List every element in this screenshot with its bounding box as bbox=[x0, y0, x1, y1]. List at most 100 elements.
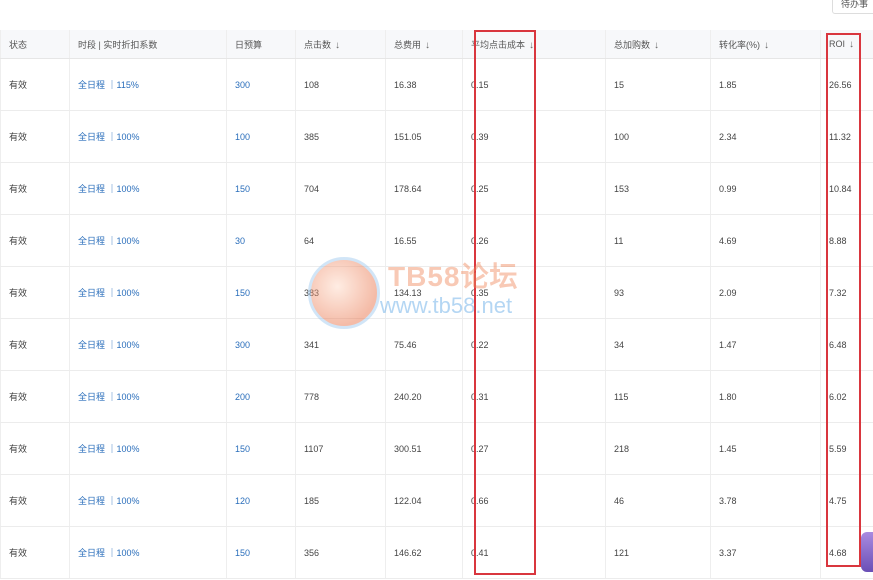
sort-arrow-icon[interactable]: ↓ bbox=[425, 40, 430, 51]
cell-schedule[interactable]: 全日程 ｜100% bbox=[69, 526, 227, 579]
cell-carts: 46 bbox=[605, 474, 711, 527]
sort-arrow-icon[interactable]: ↓ bbox=[529, 40, 534, 51]
cell-budget[interactable]: 150 bbox=[226, 266, 296, 319]
cell-cvr: 2.09 bbox=[710, 266, 821, 319]
cell-carts: 218 bbox=[605, 422, 711, 475]
schedule-value[interactable]: 全日程 ｜100% bbox=[70, 390, 226, 403]
table-row: 有效 全日程 ｜100% 100 385 151.05 0.39 100 2.34 11.32 bbox=[0, 110, 873, 163]
cell-status: 有效 bbox=[0, 214, 70, 267]
cell-carts: 34 bbox=[605, 318, 711, 371]
cell-cpc: 0.15 bbox=[462, 58, 606, 111]
budget-value[interactable]: 150 bbox=[227, 548, 295, 558]
schedule-value[interactable]: 全日程 ｜100% bbox=[70, 286, 226, 299]
cell-budget[interactable]: 30 bbox=[226, 214, 296, 267]
status-value: 有效 bbox=[9, 184, 28, 194]
cell-clicks: 778 bbox=[295, 370, 386, 423]
table-row: 有效 全日程 ｜100% 150 704 178.64 0.25 153 0.99 10.84 bbox=[0, 162, 873, 215]
cpc-value: 0.27 bbox=[471, 443, 489, 454]
roi-value: 26.56 bbox=[829, 79, 852, 90]
cell-schedule[interactable]: 全日程 ｜100% bbox=[69, 110, 227, 163]
budget-value[interactable]: 150 bbox=[227, 184, 295, 194]
cost-value: 240.20 bbox=[394, 391, 422, 402]
cell-budget[interactable]: 120 bbox=[226, 474, 296, 527]
budget-value[interactable]: 100 bbox=[227, 132, 295, 142]
budget-value[interactable]: 200 bbox=[227, 392, 295, 402]
cell-status: 有效 bbox=[0, 318, 70, 371]
schedule-value[interactable]: 全日程 ｜100% bbox=[70, 494, 226, 507]
schedule-value[interactable]: 全日程 ｜100% bbox=[70, 338, 226, 351]
col-header-carts[interactable]: 总加购数 ↓ bbox=[605, 30, 711, 59]
carts-value: 115 bbox=[614, 391, 629, 402]
cell-clicks: 385 bbox=[295, 110, 386, 163]
assistant-avatar-icon[interactable] bbox=[861, 532, 873, 572]
sort-arrow-icon[interactable]: ↓ bbox=[849, 39, 854, 50]
carts-value: 46 bbox=[614, 495, 625, 506]
cell-status: 有效 bbox=[0, 266, 70, 319]
col-header-status: 状态 bbox=[0, 30, 70, 59]
clicks-value: 64 bbox=[304, 235, 315, 246]
schedule-value[interactable]: 全日程 ｜115% bbox=[70, 78, 226, 91]
col-header-cpc[interactable]: 平均点击成本 ↓ bbox=[462, 30, 606, 59]
sort-arrow-icon[interactable]: ↓ bbox=[764, 40, 769, 51]
budget-value[interactable]: 120 bbox=[227, 496, 295, 506]
carts-value: 100 bbox=[614, 131, 630, 142]
cell-budget[interactable]: 100 bbox=[226, 110, 296, 163]
cell-budget[interactable]: 150 bbox=[226, 526, 296, 579]
sort-arrow-icon[interactable]: ↓ bbox=[654, 40, 659, 51]
todo-button[interactable]: 待办事 bbox=[831, 0, 873, 14]
status-value: 有效 bbox=[9, 340, 28, 350]
cvr-value: 1.85 bbox=[719, 79, 737, 90]
cell-cpc: 0.66 bbox=[462, 474, 606, 527]
schedule-value[interactable]: 全日程 ｜100% bbox=[70, 182, 226, 195]
cell-schedule[interactable]: 全日程 ｜100% bbox=[69, 266, 227, 319]
table-row: 有效 全日程 ｜100% 200 778 240.20 0.31 115 1.80 6.02 bbox=[0, 370, 873, 423]
cell-cost: 122.04 bbox=[385, 474, 463, 527]
cell-schedule[interactable]: 全日程 ｜100% bbox=[69, 214, 227, 267]
cvr-value: 3.37 bbox=[719, 547, 737, 558]
cost-value: 75.46 bbox=[394, 339, 417, 350]
cell-budget[interactable]: 150 bbox=[226, 162, 296, 215]
cost-value: 16.55 bbox=[394, 235, 417, 246]
table-row: 有效 全日程 ｜115% 300 108 16.38 0.15 15 1.85 26.56 bbox=[0, 58, 873, 111]
schedule-value[interactable]: 全日程 ｜100% bbox=[70, 130, 226, 143]
cell-clicks: 1107 bbox=[295, 422, 386, 475]
carts-value: 15 bbox=[614, 79, 625, 90]
cell-budget[interactable]: 150 bbox=[226, 422, 296, 475]
cell-schedule[interactable]: 全日程 ｜100% bbox=[69, 422, 227, 475]
budget-value[interactable]: 300 bbox=[227, 80, 295, 90]
cell-carts: 15 bbox=[605, 58, 711, 111]
cost-value: 16.38 bbox=[394, 79, 417, 90]
cell-budget[interactable]: 300 bbox=[226, 58, 296, 111]
roi-value: 11.32 bbox=[829, 131, 851, 142]
carts-value: 121 bbox=[614, 547, 630, 558]
cell-budget[interactable]: 300 bbox=[226, 318, 296, 371]
cvr-value: 2.34 bbox=[719, 131, 737, 142]
clicks-value: 1107 bbox=[304, 443, 324, 454]
col-header-schedule: 时段 | 实时折扣系数 bbox=[69, 30, 227, 59]
col-header-clicks[interactable]: 点击数 ↓ bbox=[295, 30, 386, 59]
budget-value[interactable]: 300 bbox=[227, 340, 295, 350]
sort-arrow-icon[interactable]: ↓ bbox=[335, 40, 340, 51]
col-header-cvr[interactable]: 转化率(%) ↓ bbox=[710, 30, 821, 59]
cell-cpc: 0.22 bbox=[462, 318, 606, 371]
budget-value[interactable]: 30 bbox=[227, 236, 295, 246]
table-row: 有效 全日程 ｜100% 300 341 75.46 0.22 34 1.47 6.48 bbox=[0, 318, 873, 371]
schedule-value[interactable]: 全日程 ｜100% bbox=[70, 234, 226, 247]
status-value: 有效 bbox=[9, 392, 28, 402]
schedule-value[interactable]: 全日程 ｜100% bbox=[70, 442, 226, 455]
cell-schedule[interactable]: 全日程 ｜100% bbox=[69, 474, 227, 527]
cost-value: 151.05 bbox=[394, 131, 422, 142]
col-header-cost[interactable]: 总费用 ↓ bbox=[385, 30, 463, 59]
clicks-value: 385 bbox=[304, 131, 320, 142]
cell-schedule[interactable]: 全日程 ｜100% bbox=[69, 318, 227, 371]
cell-budget[interactable]: 200 bbox=[226, 370, 296, 423]
budget-value[interactable]: 150 bbox=[227, 288, 295, 298]
carts-value: 11 bbox=[614, 235, 624, 246]
schedule-value[interactable]: 全日程 ｜100% bbox=[70, 546, 226, 559]
cell-schedule[interactable]: 全日程 ｜100% bbox=[69, 370, 227, 423]
budget-value[interactable]: 150 bbox=[227, 444, 295, 454]
cell-clicks: 704 bbox=[295, 162, 386, 215]
cell-schedule[interactable]: 全日程 ｜100% bbox=[69, 162, 227, 215]
col-header-roi[interactable]: ROI ↓ bbox=[820, 30, 873, 59]
cell-schedule[interactable]: 全日程 ｜115% bbox=[69, 58, 227, 111]
